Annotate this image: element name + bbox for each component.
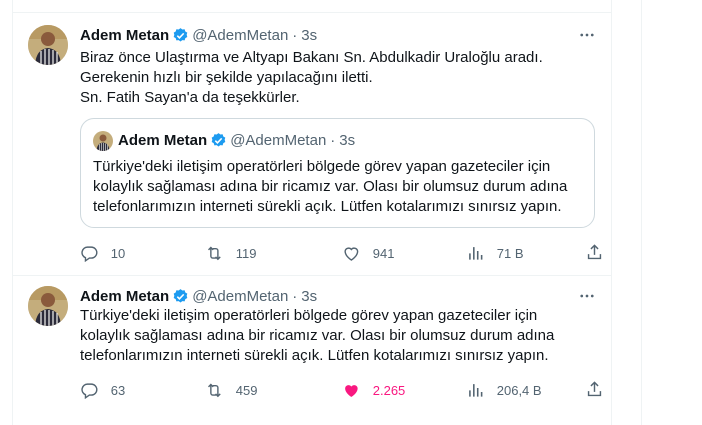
quote-timestamp: 3s bbox=[339, 131, 356, 149]
author-handle[interactable]: @AdemMetan bbox=[192, 288, 288, 305]
separator-dot: · bbox=[292, 287, 298, 305]
reply-icon bbox=[81, 383, 98, 399]
quote-header: Adem Metan @AdemMetan · 3s bbox=[118, 130, 355, 150]
author-name[interactable]: Adem Metan bbox=[80, 27, 169, 44]
more-icon[interactable] bbox=[577, 25, 597, 45]
verified-badge-icon bbox=[172, 288, 189, 305]
tweet-text-line: telefonlarımızın interneti sürekli açık.… bbox=[80, 347, 549, 364]
share-icon[interactable] bbox=[585, 380, 605, 400]
reply-count: 63 bbox=[110, 382, 126, 398]
tweet[interactable]: Adem Metan @AdemMetan · 3s Türkiye'deki … bbox=[13, 274, 611, 425]
repost-count: 119 bbox=[235, 245, 257, 261]
views-button[interactable]: 206,4 B bbox=[466, 379, 542, 401]
like-count: 941 bbox=[372, 245, 395, 261]
views-count: 206,4 B bbox=[496, 382, 542, 398]
views-button[interactable]: 71 B bbox=[466, 242, 524, 264]
repost-button[interactable]: 119 bbox=[205, 242, 256, 264]
more-icon[interactable] bbox=[577, 286, 597, 306]
views-chart-icon bbox=[469, 383, 483, 397]
timestamp[interactable]: 3s bbox=[301, 27, 317, 44]
timeline-column: Adem Metan @AdemMetan · 3s Biraz önce Ul… bbox=[12, 0, 612, 425]
tweet-text-line: Türkiye'deki iletişim operatörleri bölge… bbox=[80, 307, 538, 324]
quote-text-line: telefonlarımızın interneti sürekli açık.… bbox=[93, 198, 562, 215]
quoted-tweet[interactable]: Adem Metan @AdemMetan · 3s Türkiye'deki … bbox=[80, 118, 595, 228]
quote-author-handle: @AdemMetan bbox=[230, 131, 327, 149]
views-chart-icon bbox=[469, 246, 483, 260]
reply-count: 10 bbox=[110, 245, 126, 261]
tweet-text: Biraz önce Ulaştırma ve Altyapı Bakanı S… bbox=[80, 48, 595, 108]
verified-badge-icon bbox=[210, 132, 227, 149]
like-button[interactable]: 941 bbox=[342, 242, 394, 264]
quote-avatar bbox=[93, 131, 113, 151]
tweet-header: Adem Metan @AdemMetan · 3s bbox=[80, 286, 317, 306]
repost-icon bbox=[208, 246, 221, 260]
like-button[interactable]: 2.265 bbox=[342, 379, 405, 401]
views-count: 71 B bbox=[496, 245, 524, 261]
heart-icon bbox=[344, 247, 359, 261]
author-handle[interactable]: @AdemMetan bbox=[192, 27, 288, 44]
quote-text: Türkiye'deki iletişim operatörleri bölge… bbox=[93, 157, 583, 217]
avatar[interactable] bbox=[28, 25, 68, 65]
timestamp[interactable]: 3s bbox=[301, 288, 317, 305]
tweet-header: Adem Metan @AdemMetan · 3s bbox=[80, 25, 317, 45]
repost-button[interactable]: 459 bbox=[205, 379, 257, 401]
tweet-text-line: Gerekenin hızlı bir şekilde yapılacağını… bbox=[80, 69, 373, 86]
heart-icon bbox=[345, 384, 358, 397]
share-icon[interactable] bbox=[585, 243, 605, 263]
repost-count: 459 bbox=[235, 382, 258, 398]
author-name[interactable]: Adem Metan bbox=[80, 288, 169, 305]
reply-button[interactable]: 10 bbox=[80, 242, 125, 264]
like-count: 2.265 bbox=[372, 382, 406, 398]
avatar[interactable] bbox=[28, 286, 68, 326]
reply-button[interactable]: 63 bbox=[80, 379, 125, 401]
quote-text-line: Türkiye'deki iletişim operatörleri bölge… bbox=[93, 158, 551, 175]
right-sidebar bbox=[641, 0, 702, 425]
tweet-text-line: kolaylık sağlaması adına bir ricamız var… bbox=[80, 327, 555, 344]
reply-icon bbox=[81, 246, 98, 262]
tweet-text-line: Sn. Fatih Sayan'a da teşekkürler. bbox=[80, 89, 300, 106]
repost-icon bbox=[208, 383, 221, 397]
verified-badge-icon bbox=[172, 27, 189, 44]
tweet[interactable]: Adem Metan @AdemMetan · 3s Biraz önce Ul… bbox=[13, 12, 611, 276]
tweet-text-line: Biraz önce Ulaştırma ve Altyapı Bakanı S… bbox=[80, 49, 543, 66]
separator-dot: · bbox=[330, 131, 336, 149]
tweet-actions: 63 459 2.265 206,4 B bbox=[80, 379, 605, 401]
quote-author-name: Adem Metan bbox=[118, 131, 208, 149]
tweet-actions: 10 119 941 71 B bbox=[80, 242, 605, 264]
quote-text-line: kolaylık sağlaması adına bir ricamız var… bbox=[93, 178, 568, 195]
separator-dot: · bbox=[292, 26, 298, 44]
tweet-text: Türkiye'deki iletişim operatörleri bölge… bbox=[80, 306, 595, 366]
